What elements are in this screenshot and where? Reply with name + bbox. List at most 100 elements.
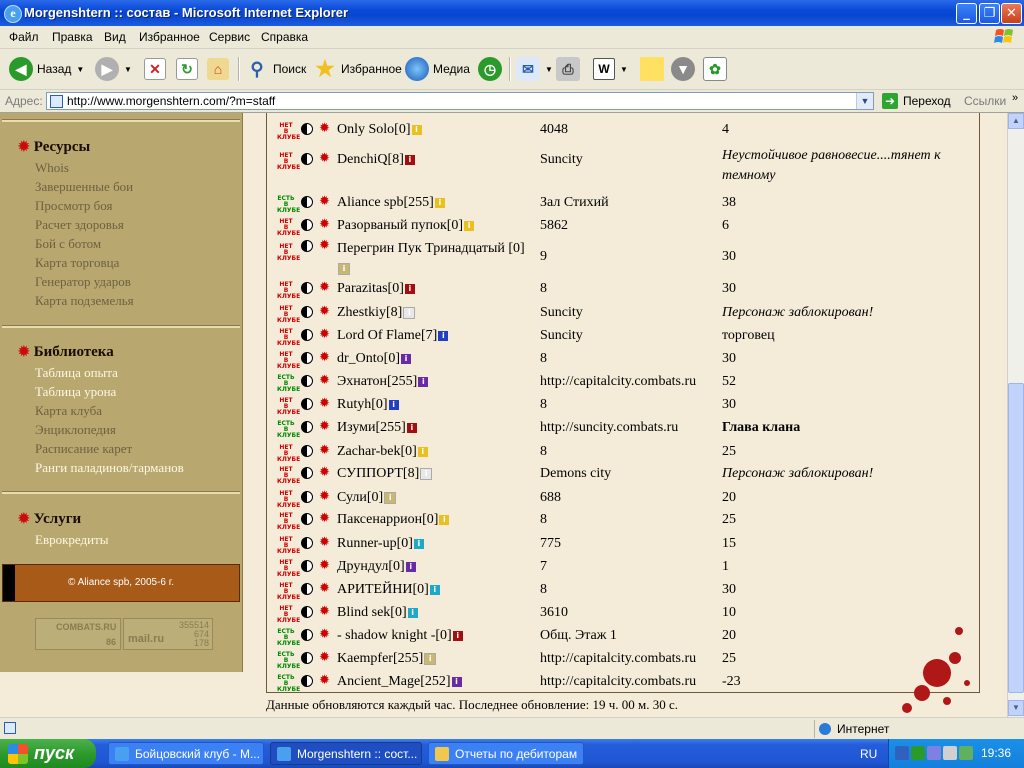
print-button[interactable]: ⎙ [556, 55, 580, 83]
character-name[interactable]: Kaempfer[255] i [337, 651, 537, 667]
chevron-down-icon[interactable]: ▼ [620, 65, 628, 74]
language-indicator[interactable]: RU [860, 747, 877, 761]
chevron-right-icon[interactable]: » [1012, 92, 1018, 104]
sidebar-item-club-map[interactable]: Карта клуба [35, 403, 102, 419]
sidebar-item-battle-view[interactable]: Просмотр боя [35, 198, 112, 214]
go-button[interactable]: ➜ Переход [882, 92, 951, 110]
character-info-icon[interactable]: i [418, 376, 429, 387]
character-name[interactable]: Сули[0] i [337, 490, 537, 506]
character-name-text[interactable]: Эхнатон[255] [337, 374, 417, 389]
character-name[interactable]: Rutyh[0] i [337, 397, 537, 413]
character-info-icon[interactable]: i [338, 262, 350, 275]
character-name[interactable]: Паксенаррион[0] i [337, 512, 537, 528]
favorites-button[interactable]: ★ Избранное [313, 55, 402, 83]
character-name-text[interactable]: Ancient_Mage[252] [337, 674, 451, 689]
history-button[interactable]: ◷ [478, 55, 502, 83]
character-name-text[interactable]: Сули[0] [337, 490, 383, 505]
maximize-button[interactable]: ❐ [979, 3, 1000, 24]
menu-edit[interactable]: Правка [52, 30, 93, 44]
character-name[interactable]: Only Solo[0] i [337, 122, 537, 138]
menu-favorites[interactable]: Избранное [139, 30, 200, 44]
tray-icon[interactable] [895, 746, 909, 760]
character-name-text[interactable]: Only Solo[0] [337, 122, 411, 137]
taskbar-item[interactable]: Отчеты по дебиторам [428, 742, 584, 765]
sidebar-item-dungeon-map[interactable]: Карта подземелья [35, 293, 134, 309]
character-info-icon[interactable]: i [438, 330, 449, 341]
character-info-icon[interactable]: i [405, 561, 416, 572]
menu-tools[interactable]: Сервис [209, 30, 250, 44]
character-info-icon[interactable]: i [406, 422, 417, 433]
chevron-down-icon[interactable]: ▼ [76, 65, 84, 74]
character-info-icon[interactable]: i [439, 514, 450, 525]
character-name[interactable]: Ancient_Mage[252] i [337, 674, 537, 690]
character-name[interactable]: DenchiQ[8] i [337, 152, 537, 168]
media-button[interactable]: Медиа [405, 55, 470, 83]
character-name-text[interactable]: Zhestkiy[8] [337, 305, 402, 320]
start-button[interactable]: пуск [0, 739, 96, 768]
chevron-down-icon[interactable]: ▼ [545, 65, 553, 74]
mail-button[interactable]: ✉ ▼ [516, 55, 553, 83]
character-name-text[interactable]: Lord Of Flame[7] [337, 328, 437, 343]
scroll-thumb[interactable] [1008, 383, 1024, 693]
character-info-icon[interactable]: i [401, 353, 411, 364]
forward-button[interactable]: ▶ ▼ [95, 55, 132, 83]
tray-icon[interactable] [927, 746, 941, 760]
character-info-icon[interactable]: i [404, 283, 415, 294]
combats-counter[interactable]: COMBATS.RU 86 [35, 618, 121, 650]
character-name[interactable]: Zhestkiy[8] i [337, 305, 537, 321]
mail-counter[interactable]: mail.ru 355514 674 178 [123, 618, 213, 650]
home-button[interactable]: ⌂ [207, 55, 229, 83]
character-name[interactable]: Parazitas[0] i [337, 281, 537, 297]
character-name-text[interactable]: DenchiQ[8] [337, 152, 404, 167]
character-info-icon[interactable]: i [413, 538, 424, 549]
menu-help[interactable]: Справка [261, 30, 308, 44]
character-name[interactable]: Друндул[0] i [337, 559, 537, 575]
character-info-icon[interactable]: i [429, 584, 440, 595]
search-button[interactable]: ⚲ Поиск [245, 55, 306, 83]
menu-view[interactable]: Вид [104, 30, 126, 44]
refresh-button[interactable]: ↻ [176, 55, 198, 83]
character-name[interactable]: Runner-up[0] i [337, 536, 537, 552]
title-bar[interactable]: e Morgenshtern :: состав - Microsoft Int… [0, 0, 1024, 26]
character-info-icon[interactable]: i [452, 630, 463, 641]
character-name-text[interactable]: dr_Onto[0] [337, 351, 400, 366]
character-info-icon[interactable]: i [434, 197, 445, 208]
character-name-text[interactable]: - shadow knight -[0] [337, 628, 452, 643]
taskbar-item[interactable]: Бойцовский клуб - М... [108, 742, 264, 765]
links-button[interactable]: Ссылки [964, 94, 1006, 108]
sidebar-item-encyclopedia[interactable]: Энциклопедия [35, 422, 116, 438]
character-info-icon[interactable]: i [384, 491, 397, 504]
character-name-text[interactable]: Rutyh[0] [337, 397, 388, 412]
character-name[interactable]: Zachar-bek[0] i [337, 444, 537, 460]
character-info-icon[interactable]: i [464, 220, 475, 231]
edit-button[interactable]: W ▼ [593, 55, 628, 83]
character-name[interactable]: АРИТЕЙНИ[0] i [337, 582, 537, 598]
messenger-button[interactable]: ▼ [671, 55, 695, 83]
sidebar-item-trader-map[interactable]: Карта торговца [35, 255, 119, 271]
character-name[interactable]: Изуми[255] i [337, 420, 537, 436]
character-name-text[interactable]: Разорваный пупок[0] [337, 218, 463, 233]
character-info-icon[interactable]: i [403, 306, 416, 319]
character-name-text[interactable]: Blind sek[0] [337, 605, 407, 620]
sidebar-item-carriage-schedule[interactable]: Расписание карет [35, 441, 132, 457]
address-url[interactable]: http://www.morgenshtern.com/?m=staff [67, 94, 275, 108]
sidebar-item-bot-battle[interactable]: Бой с ботом [35, 236, 101, 252]
character-name[interactable]: СУППОРТ[8] i [337, 466, 537, 482]
character-name[interactable]: Blind sek[0] i [337, 605, 537, 621]
character-name[interactable]: - shadow knight -[0] i [337, 628, 537, 644]
character-name-text[interactable]: СУППОРТ[8] [337, 466, 419, 481]
scroll-down-button[interactable]: ▼ [1008, 700, 1024, 716]
character-name-text[interactable]: Паксенаррион[0] [337, 512, 438, 527]
character-name[interactable]: Эхнатон[255] i [337, 374, 537, 390]
character-name-text[interactable]: Zachar-bek[0] [337, 444, 417, 459]
sidebar-item-damage-table[interactable]: Таблица урона [35, 384, 116, 400]
stop-button[interactable]: ✕ [144, 55, 166, 83]
back-button[interactable]: ◀ Назад ▼ [9, 55, 84, 83]
menu-file[interactable]: Файл [9, 30, 39, 44]
character-name-text[interactable]: Перегрин Пук Тринадцатый [0] [337, 241, 525, 256]
character-name-text[interactable]: Runner-up[0] [337, 536, 413, 551]
character-name[interactable]: Перегрин Пук Тринадцатый [0] i [337, 239, 532, 279]
character-info-icon[interactable]: i [417, 446, 428, 457]
network-icon[interactable] [959, 746, 973, 760]
sidebar-item-exp-table[interactable]: Таблица опыта [35, 365, 118, 381]
